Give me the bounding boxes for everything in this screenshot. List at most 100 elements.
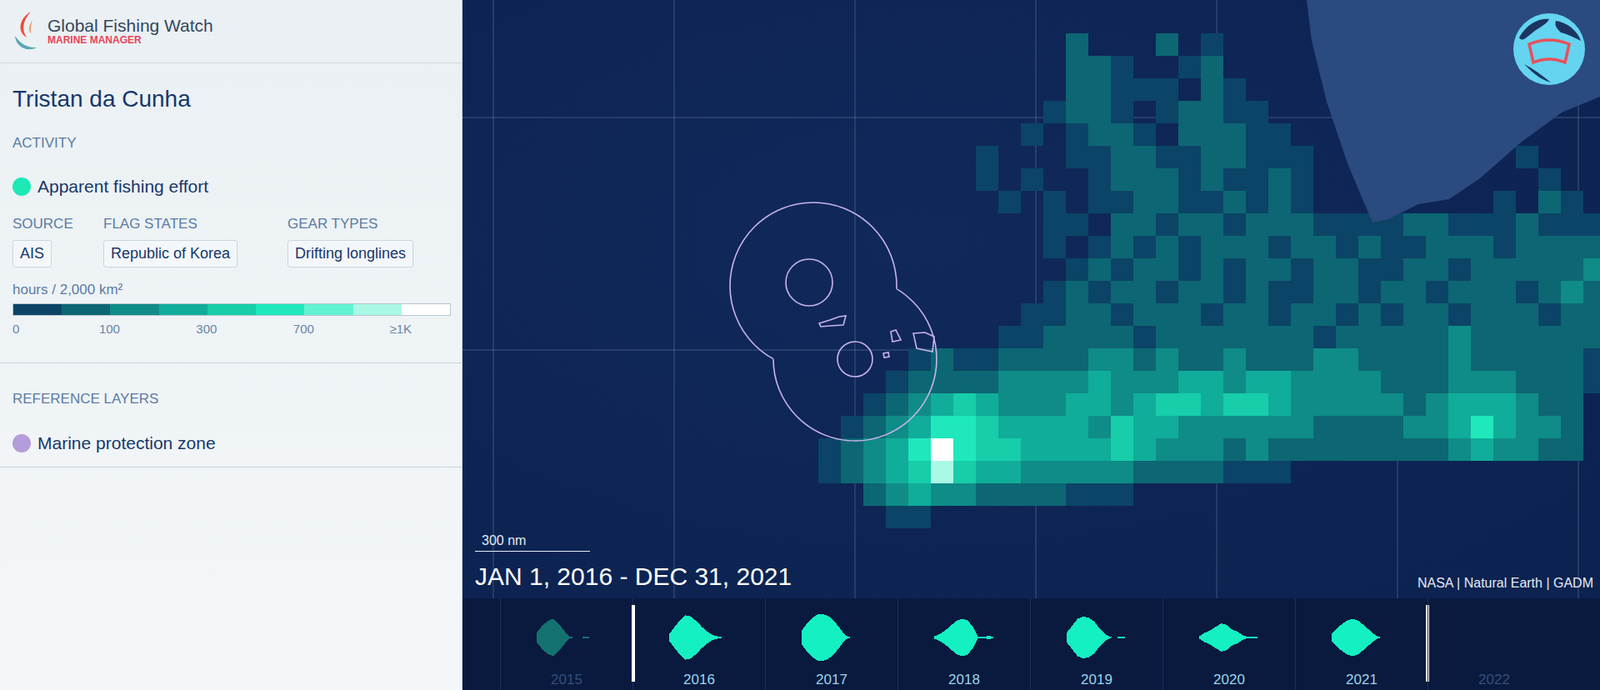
reference-layer-row[interactable]: Marine protection zone (12, 431, 450, 455)
heatmap-cell (1133, 213, 1156, 236)
timeline-year[interactable]: 2017 (765, 598, 898, 690)
heatmap-cell (1178, 460, 1201, 484)
heatmap-cell (1245, 370, 1269, 394)
heatmap-cell (1358, 415, 1381, 439)
heatmap-cell (1425, 393, 1449, 416)
heatmap-cell (1448, 258, 1471, 281)
brand[interactable]: Global Fishing Watch MARINE MANAGER (0, 0, 462, 64)
heatmap-cell (1268, 460, 1291, 484)
heatmap-cell (1380, 325, 1404, 349)
heatmap-cell (1178, 190, 1201, 214)
attribution: NASA | Natural Earth | GADM (1417, 575, 1594, 592)
heatmap-cell (1178, 415, 1201, 439)
map[interactable]: 300 nm JAN 1, 2016 - DEC 31, 2021 NASA |… (462, 0, 1600, 599)
heatmap-cell (1268, 325, 1291, 349)
marine-protection-zone[interactable] (730, 202, 937, 441)
timeline-year[interactable]: 2019 (1030, 598, 1163, 690)
heatmap-cell (998, 415, 1021, 439)
heatmap-cell (1313, 438, 1336, 461)
heatmap-cell (1313, 235, 1336, 259)
activity-sparkline (1063, 610, 1130, 665)
heatmap-cell (1245, 303, 1269, 326)
heatmap-cell (1538, 258, 1561, 281)
heatmap-cell (930, 370, 954, 394)
heatmap-cell (975, 415, 999, 439)
heatmap-cell (1335, 393, 1359, 416)
heatmap-cell (1290, 190, 1314, 214)
heatmap-cell (908, 483, 931, 506)
filter-label: GEAR TYPES (287, 215, 450, 233)
heatmap-cell (1403, 258, 1426, 281)
heatmap-cell (1313, 213, 1336, 236)
timeline-year[interactable]: 2015 (500, 598, 633, 690)
heatmap-cell (1043, 100, 1066, 124)
heatmap-cell (1110, 235, 1134, 259)
heatmap-cell (1043, 303, 1066, 326)
heatmap-cell (953, 483, 976, 506)
heatmap-cell (1268, 145, 1291, 169)
timeline-year[interactable]: 2016 (632, 598, 765, 690)
layer-row[interactable]: Apparent fishing effort (12, 175, 450, 199)
heatmap-cell (1335, 258, 1359, 281)
globe-button[interactable] (1512, 12, 1586, 86)
heatmap-cell (1425, 303, 1449, 326)
heatmap-cell (1380, 438, 1404, 461)
heatmap-cell (1245, 235, 1269, 259)
heatmap-cell (975, 348, 999, 371)
heatmap-cell (1178, 280, 1201, 304)
heatmap-cell (1133, 415, 1156, 439)
activity-sparkline (930, 610, 998, 665)
heatmap-cell (1425, 370, 1449, 394)
timeline-year[interactable]: 2020 (1162, 598, 1295, 690)
legend-bin (255, 304, 305, 315)
timeline-year[interactable]: 2018 (897, 598, 1030, 690)
layer-label: Apparent fishing effort (37, 176, 209, 197)
filter-chip[interactable]: Republic of Korea (103, 240, 238, 268)
heatmap-cell (1493, 438, 1516, 461)
heatmap-cell (1155, 213, 1179, 236)
filter-chip[interactable]: AIS (12, 240, 52, 268)
filter-label: FLAG STATES (103, 215, 288, 233)
heatmap-cell (1515, 393, 1539, 416)
heatmap-cell (1155, 258, 1179, 281)
heatmap-cell (1155, 438, 1179, 461)
heatmap-cell (1155, 33, 1179, 56)
heatmap-cell (1290, 415, 1314, 439)
heatmap-cell (1425, 438, 1449, 461)
heatmap-cell (1290, 348, 1314, 371)
heatmap-cell (1358, 393, 1381, 416)
heatmap-cell (1223, 100, 1246, 124)
filters: SOURCE AISFLAG STATES Republic of KoreaG… (12, 215, 450, 268)
heatmap-cell (1380, 415, 1404, 439)
heatmap-cell (1223, 460, 1246, 484)
legend-tick: 700 (293, 320, 315, 338)
heatmap-cell (1065, 78, 1089, 101)
map-panel: 300 nm JAN 1, 2016 - DEC 31, 2021 NASA |… (462, 0, 1600, 690)
timeline-year[interactable]: 2022 (1427, 598, 1560, 690)
heatmap-cell (1065, 303, 1089, 326)
heatmap-cell (1043, 348, 1066, 371)
timeline-year[interactable]: 2021 (1295, 598, 1428, 690)
marine-manager: Global Fishing Watch MARINE MANAGER Tris… (0, 0, 1600, 690)
heatmap-cell (1538, 168, 1561, 191)
heatmap-cell (975, 393, 999, 416)
heatmap-cell (953, 370, 976, 394)
heatmap-cell (1268, 348, 1291, 371)
heatmap-cell (1515, 325, 1539, 349)
heatmap-cell (1133, 303, 1156, 326)
filter-chip[interactable]: Drifting longlines (287, 240, 414, 268)
heatmap-cell (1335, 280, 1359, 304)
heatmap-cell (1358, 303, 1381, 326)
heatmap-cell (1133, 393, 1156, 416)
heatmap-cell (1583, 325, 1600, 349)
heatmap-cell (863, 438, 886, 461)
heatmap-cell (1065, 280, 1089, 304)
heatmap-cell (1065, 438, 1089, 461)
heatmap-cell (1200, 460, 1224, 484)
heatmap-cell (885, 370, 909, 394)
range-start-handle[interactable] (631, 605, 635, 682)
heatmap-cell (1358, 258, 1381, 281)
legend-bin (353, 304, 402, 315)
heatmap-cell (1425, 213, 1449, 236)
heatmap-cell (1493, 393, 1516, 416)
